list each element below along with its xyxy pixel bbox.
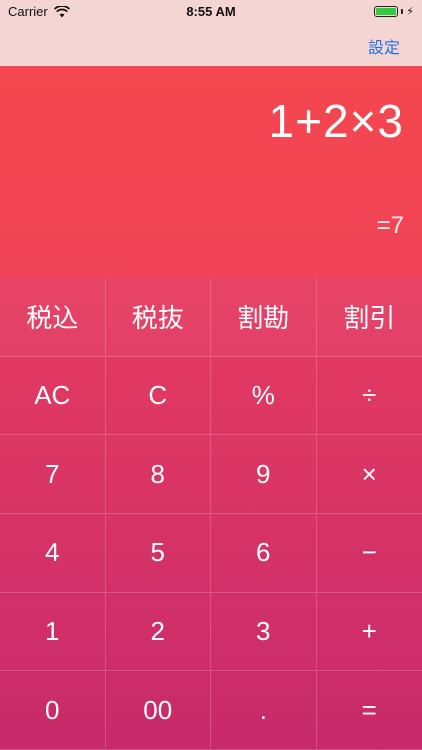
result-text: =7	[376, 212, 404, 239]
status-bar: Carrier 8:55 AM ⚡	[0, 0, 422, 22]
discount-key[interactable]: 割引	[316, 278, 422, 357]
divide-key[interactable]: ÷	[316, 357, 422, 436]
top-bar: Carrier 8:55 AM ⚡ 設定	[0, 0, 422, 66]
keypad: 税込 税抜 割勘 割引 AC C% ÷ 7 8 9 × 4 5 6− 1 2 3 +0 00. =	[0, 278, 422, 750]
digit-4-key[interactable]: 4	[0, 513, 106, 593]
calculator-screen: Carrier 8:55 AM ⚡ 設定 1+2×3 =7 税込 税抜 割勘 割…	[0, 0, 422, 750]
percent-key[interactable]: %	[211, 356, 317, 436]
digit-5-key[interactable]: 5	[105, 513, 211, 593]
double-zero-key[interactable]: 00	[105, 671, 211, 750]
digit-0-key[interactable]: 0	[0, 671, 106, 750]
digit-1-key[interactable]: 1	[0, 592, 106, 672]
split-bill-key[interactable]: 割勘	[211, 278, 317, 357]
tax-excluded-key[interactable]: 税抜	[105, 278, 211, 357]
clear-key[interactable]: C	[105, 356, 211, 436]
charging-bolt-icon: ⚡	[406, 6, 414, 18]
expression-text: 1+2×3	[268, 95, 404, 147]
decimal-point-key[interactable]: .	[211, 671, 317, 750]
display-panel: 1+2×3 =7	[0, 66, 422, 278]
digit-7-key[interactable]: 7	[0, 435, 106, 514]
digit-9-key[interactable]: 9	[211, 435, 317, 514]
digit-6-key[interactable]: 6	[211, 513, 317, 593]
multiply-key[interactable]: ×	[316, 435, 422, 514]
all-clear-key[interactable]: AC	[0, 356, 106, 436]
status-time: 8:55 AM	[186, 4, 236, 19]
tax-included-key[interactable]: 税込	[0, 278, 106, 357]
settings-button[interactable]: 設定	[368, 34, 400, 58]
digit-2-key[interactable]: 2	[105, 592, 211, 672]
battery-icon	[374, 6, 399, 17]
equals-key[interactable]: =	[316, 671, 422, 750]
battery-cap	[401, 9, 404, 14]
digit-8-key[interactable]: 8	[105, 435, 211, 514]
digit-3-key[interactable]: 3	[211, 592, 317, 672]
battery-group: ⚡	[374, 5, 414, 18]
minus-key[interactable]: −	[316, 514, 422, 593]
battery-fill	[376, 8, 397, 15]
plus-key[interactable]: +	[316, 593, 422, 672]
